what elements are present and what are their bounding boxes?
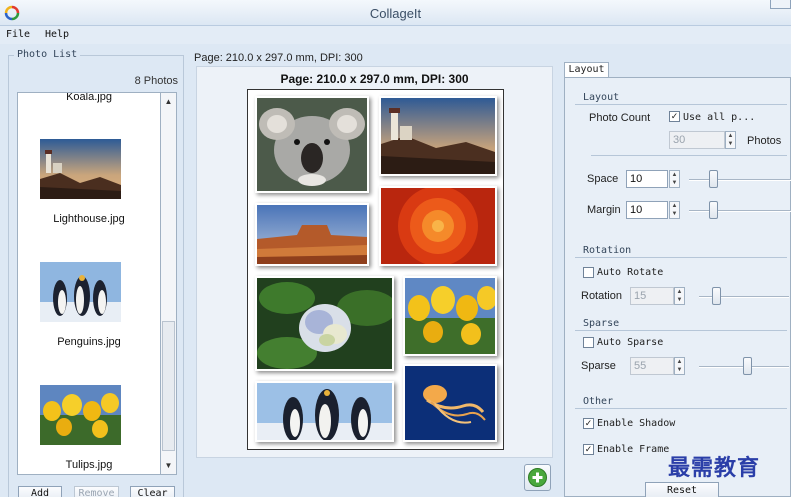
margin-spinner[interactable]: ▲ ▼ bbox=[669, 201, 680, 219]
remove-button[interactable]: Remove bbox=[74, 486, 119, 497]
list-item-label[interactable]: Tulips.jpg bbox=[18, 459, 160, 471]
lighthouse-thumbnail[interactable] bbox=[40, 139, 121, 199]
sparse-slider-thumb[interactable] bbox=[743, 357, 752, 375]
list-item-label[interactable]: Koala.jpg bbox=[18, 93, 160, 103]
margin-label: Margin bbox=[587, 204, 621, 216]
lighthouse-photo[interactable] bbox=[379, 96, 497, 176]
scroll-down-arrow-icon[interactable]: ▼ bbox=[161, 459, 176, 473]
space-slider-track[interactable] bbox=[689, 179, 791, 181]
chrysanthemum-photo[interactable] bbox=[379, 186, 497, 266]
photo-list[interactable]: Koala.jpg Lighthouse.jpg Penguins.jpg Tu… bbox=[17, 92, 177, 475]
sparse-spinner[interactable]: ▲ ▼ bbox=[674, 357, 685, 375]
layout-legend: Layout bbox=[583, 92, 623, 103]
use-all-photos-label: Use all p... bbox=[683, 112, 756, 123]
reset-button[interactable]: Reset bbox=[645, 482, 719, 497]
auto-rotate-label: Auto Rotate bbox=[597, 267, 664, 278]
page-info-heading: Page: 210.0 x 297.0 mm, DPI: 300 bbox=[280, 72, 469, 86]
rotation-slider-thumb[interactable] bbox=[712, 287, 721, 305]
margin-input[interactable]: 10 bbox=[626, 201, 668, 219]
window-title: CollageIt bbox=[369, 6, 422, 21]
rotation-label: Rotation bbox=[581, 290, 622, 302]
watermark-text: 最需教育 bbox=[668, 455, 761, 481]
photo-count-label: Photo Count bbox=[589, 112, 651, 124]
sparse-group-line bbox=[575, 330, 787, 331]
enable-shadow-checkbox[interactable]: ✓ bbox=[583, 418, 594, 429]
scroll-up-arrow-icon[interactable]: ▲ bbox=[161, 95, 176, 109]
photo-list-scrollbar[interactable]: ▲ ▼ bbox=[160, 92, 177, 475]
layout-group-line bbox=[575, 104, 787, 105]
photos-unit-label: Photos bbox=[747, 135, 782, 147]
space-label: Space bbox=[587, 173, 619, 185]
tulips-photo[interactable] bbox=[403, 276, 497, 356]
tab-layout[interactable]: Layout bbox=[564, 62, 609, 78]
penguins-thumbnail[interactable] bbox=[40, 262, 121, 322]
add-button[interactable]: Add bbox=[18, 486, 62, 497]
auto-sparse-label: Auto Sparse bbox=[597, 337, 664, 348]
auto-rotate-checkbox[interactable] bbox=[583, 267, 594, 278]
penguins-photo[interactable] bbox=[255, 381, 394, 442]
rotation-input[interactable]: 15 bbox=[630, 287, 674, 305]
other-group-line bbox=[575, 408, 787, 409]
sparse-label: Sparse bbox=[581, 360, 616, 372]
photo-list-legend: Photo List bbox=[14, 49, 81, 60]
enable-shadow-label: Enable Shadow bbox=[597, 418, 676, 429]
options-panel: Layout Photo Count ✓ Use all p... 30 ▲ ▼ … bbox=[564, 77, 791, 497]
add-photo-button[interactable] bbox=[524, 464, 551, 491]
other-legend: Other bbox=[583, 396, 617, 407]
rotation-spinner[interactable]: ▲ ▼ bbox=[674, 287, 685, 305]
rotation-group-line bbox=[575, 257, 787, 258]
photos-count-spinner[interactable]: ▲ ▼ bbox=[725, 131, 736, 149]
layout-divider bbox=[591, 155, 787, 156]
photos-count-input[interactable]: 30 bbox=[669, 131, 725, 149]
use-all-photos-checkbox[interactable]: ✓ bbox=[669, 111, 680, 122]
koala-photo[interactable] bbox=[255, 96, 369, 193]
clear-button[interactable]: Clear bbox=[130, 486, 175, 497]
photo-count-label: 8 Photos bbox=[134, 75, 178, 87]
menu-file[interactable]: File bbox=[6, 29, 30, 40]
sparse-input[interactable]: 55 bbox=[630, 357, 674, 375]
enable-frame-label: Enable Frame bbox=[597, 444, 670, 455]
menu-help[interactable]: Help bbox=[45, 29, 69, 40]
auto-sparse-checkbox[interactable] bbox=[583, 337, 594, 348]
list-item-label[interactable]: Penguins.jpg bbox=[18, 336, 160, 348]
margin-slider-thumb[interactable] bbox=[709, 201, 718, 219]
list-item-label[interactable]: Lighthouse.jpg bbox=[18, 213, 160, 225]
collage-page[interactable] bbox=[247, 89, 504, 450]
window-close-button[interactable] bbox=[770, 0, 791, 9]
space-input[interactable]: 10 bbox=[626, 170, 668, 188]
plus-circle-icon bbox=[528, 468, 547, 487]
tulips-thumbnail[interactable] bbox=[40, 385, 121, 445]
sparse-legend: Sparse bbox=[583, 318, 623, 329]
page-info-label: Page: 210.0 x 297.0 mm, DPI: 300 bbox=[194, 52, 363, 64]
menu-bar: File Help bbox=[0, 26, 791, 44]
space-spinner[interactable]: ▲ ▼ bbox=[669, 170, 680, 188]
rotation-legend: Rotation bbox=[583, 245, 635, 256]
desert-photo[interactable] bbox=[255, 203, 369, 266]
hydrangea-photo[interactable] bbox=[255, 276, 394, 371]
margin-slider-track[interactable] bbox=[689, 210, 791, 212]
enable-frame-checkbox[interactable]: ✓ bbox=[583, 444, 594, 455]
jellyfish-photo[interactable] bbox=[403, 364, 497, 442]
space-slider-thumb[interactable] bbox=[709, 170, 718, 188]
scroll-thumb[interactable] bbox=[162, 321, 175, 451]
